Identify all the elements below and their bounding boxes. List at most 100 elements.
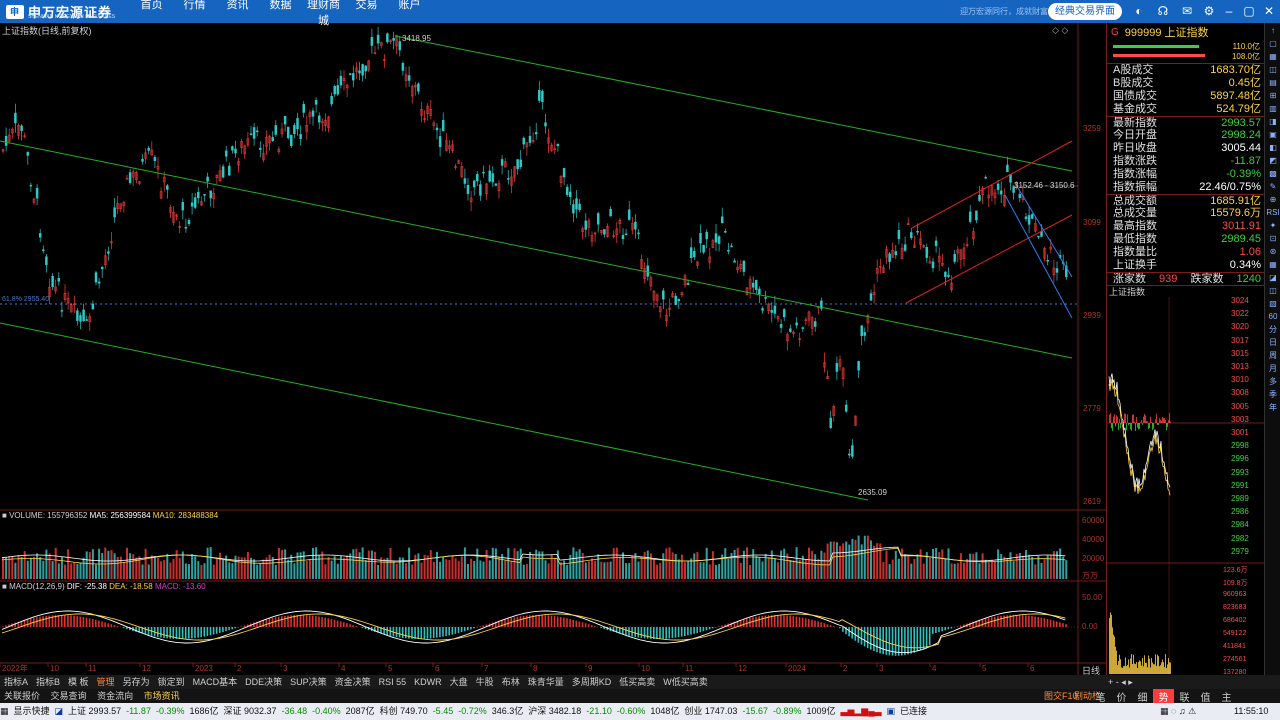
minute-volume-bar — [1131, 654, 1132, 674]
indicator-tab[interactable]: 多周期KD — [568, 675, 616, 689]
sh-index[interactable]: 上证 2993.57 — [68, 703, 126, 720]
detail-tab[interactable]: 值 — [1195, 689, 1216, 704]
detail-tab[interactable]: 笔 — [1090, 689, 1111, 704]
indicator-tab[interactable]: 资金决策 — [331, 675, 375, 689]
toolbar-icon[interactable]: 季 — [1266, 389, 1280, 400]
toolbar-icon[interactable]: 周 — [1266, 350, 1280, 361]
indicator-tab[interactable]: 布林 — [498, 675, 524, 689]
volume-bar — [463, 547, 466, 579]
minute-volume-bar — [1170, 662, 1171, 674]
indicator-tab[interactable]: 大盘 — [446, 675, 472, 689]
indicator-tab[interactable]: RSI 55 — [375, 675, 411, 689]
volume-bar — [11, 556, 14, 579]
minute-chart[interactable]: 3024 3022 3020 3017 3015 3013 3010 3008 3005 3003… — [1107, 296, 1265, 676]
toolbar-icon[interactable]: ◪ — [1266, 272, 1280, 283]
cy-index[interactable]: 创业 1747.03 — [684, 703, 742, 720]
indicator-tab[interactable]: 锁定到 — [154, 675, 189, 689]
toolbar-icon[interactable]: ◫ — [1266, 285, 1280, 296]
volume-bar — [603, 562, 606, 579]
toolbar-icon[interactable]: ▥ — [1266, 103, 1280, 114]
toolbar-icon[interactable]: ◧ — [1266, 142, 1280, 153]
volume-bar — [423, 554, 426, 579]
indicator-tab[interactable]: 指标B — [32, 675, 64, 689]
contrast-icon[interactable]: ◐ — [1132, 4, 1146, 18]
detail-tab[interactable]: 价 — [1111, 689, 1132, 704]
sz-index[interactable]: 深证 9032.37 — [224, 703, 282, 720]
toolbar-icon[interactable]: ↑ — [1266, 25, 1280, 36]
minute-momentum-bar — [1161, 421, 1162, 423]
indicator-tab[interactable]: MACD基本 — [189, 675, 242, 689]
toolbar-icon[interactable]: ⊕ — [1266, 194, 1280, 205]
indicator-tab[interactable]: 模 板 — [64, 675, 93, 689]
quick-toggle[interactable]: 显示快捷 — [14, 703, 55, 720]
toolbar-icon[interactable]: ✎ — [1266, 181, 1280, 192]
kline-chart-area[interactable]: 2022年 10 11 12 2023 2 3 4 5 6 7 8 9 10 11 12 2024 2 3 4 5 6 上… — [0, 23, 1106, 676]
toolbar-icon[interactable]: 日 — [1266, 337, 1280, 348]
toolbar-icon[interactable]: ◨ — [1266, 116, 1280, 127]
hs-index[interactable]: 沪深 3482.18 — [528, 703, 586, 720]
detail-tab[interactable]: 细 — [1132, 689, 1153, 704]
toolbar-icon[interactable]: 多 — [1266, 376, 1280, 387]
indicator-tab[interactable]: DDE决策 — [241, 675, 286, 689]
indicator-tab[interactable]: KDWR — [410, 675, 446, 689]
volume-bar — [894, 550, 897, 579]
minute-price-tick: 2982 — [1231, 533, 1249, 543]
minute-volume-tick: 960963 — [1223, 591, 1247, 598]
fib-label: 61.8% 2955.40 — [2, 296, 50, 303]
toolbar-icon[interactable]: ▦ — [1266, 259, 1280, 270]
close-icon[interactable]: ✕ — [1262, 4, 1276, 18]
toolbar-icon[interactable]: ✦ — [1266, 220, 1280, 231]
toolbar-icon[interactable]: ▩ — [1266, 168, 1280, 179]
detail-tab[interactable]: 联 — [1174, 689, 1195, 704]
detail-tab[interactable]: 势 — [1153, 689, 1174, 704]
minute-momentum-bar — [1163, 417, 1164, 423]
toolbar-icon[interactable]: ▤ — [1266, 77, 1280, 88]
indicator-tab[interactable]: 低买高卖 — [615, 675, 659, 689]
toolbar-icon[interactable]: ▣ — [1266, 129, 1280, 140]
minimize-icon[interactable]: – — [1222, 4, 1236, 18]
macd-bar — [684, 627, 686, 637]
toolbar-icon[interactable]: ⊡ — [1266, 233, 1280, 244]
indicator-tab[interactable]: 珠青华量 — [524, 675, 568, 689]
toolbar-icon[interactable]: ▦ — [1266, 51, 1280, 62]
minute-volume-bar — [1153, 664, 1154, 674]
indicator-tab[interactable]: W低买高卖 — [659, 675, 712, 689]
fund-flow-link[interactable]: 资金流向 — [93, 691, 137, 701]
indicator-tab[interactable]: 管理 — [93, 675, 119, 689]
toolbar-icon[interactable]: ◫ — [1266, 64, 1280, 75]
toolbar-icon[interactable]: ⊛ — [1266, 246, 1280, 257]
classic-trade-button[interactable]: 经典交易界面 — [1048, 3, 1122, 20]
toolbar-icon[interactable]: 月 — [1266, 363, 1280, 374]
toolbar-icon[interactable]: ◩ — [1266, 155, 1280, 166]
market-news-link[interactable]: 市场资讯 — [140, 691, 184, 701]
diamond-icon[interactable]: ◇ ◇ — [1052, 25, 1068, 36]
gear-icon[interactable]: ⚙ — [1202, 4, 1216, 18]
trade-query-link[interactable]: 交易查询 — [47, 691, 91, 701]
candle-body — [764, 297, 767, 299]
detail-tab[interactable]: 主 — [1216, 689, 1237, 704]
toolbar-icon[interactable]: 60 — [1266, 311, 1280, 322]
toolbar-icon[interactable]: ▢ — [1266, 38, 1280, 49]
indicator-tab[interactable]: 牛股 — [472, 675, 498, 689]
macd-bar — [95, 619, 97, 627]
tray-icons[interactable]: ▦ ◌ ♫ ⚠ — [1160, 703, 1201, 720]
toolbar-icon[interactable]: 年 — [1266, 402, 1280, 413]
toolbar-icon[interactable]: 分 — [1266, 324, 1280, 335]
indicator-tab[interactable]: 指标A — [0, 675, 32, 689]
toolbar-icon[interactable]: ▧ — [1266, 298, 1280, 309]
maximize-icon[interactable]: ▢ — [1242, 4, 1256, 18]
indicator-tab[interactable]: 另存为 — [119, 675, 154, 689]
candle-body — [398, 41, 402, 51]
kc-index[interactable]: 科创 749.70 — [380, 703, 433, 720]
related-quotes-link[interactable]: 关联报价 — [0, 691, 44, 701]
zoom-controls[interactable]: + - ◂ ▸ — [1106, 675, 1280, 689]
mail-icon[interactable]: ✉ — [1180, 4, 1194, 18]
grid-icon[interactable]: ▦ — [0, 703, 14, 720]
toolbar-icon[interactable]: ⊞ — [1266, 90, 1280, 101]
quote-info-list: A股成交 1683.70亿 B股成交 0.45亿 国债成交 5897.48亿 基金成交 524… — [1107, 63, 1264, 272]
macd-bar — [405, 627, 407, 639]
vol-tick: 万万 — [1082, 571, 1098, 580]
toolbar-icon[interactable]: RSI — [1266, 207, 1280, 218]
indicator-tab[interactable]: SUP决策 — [286, 675, 331, 689]
headset-icon[interactable]: ☊ — [1156, 4, 1170, 18]
